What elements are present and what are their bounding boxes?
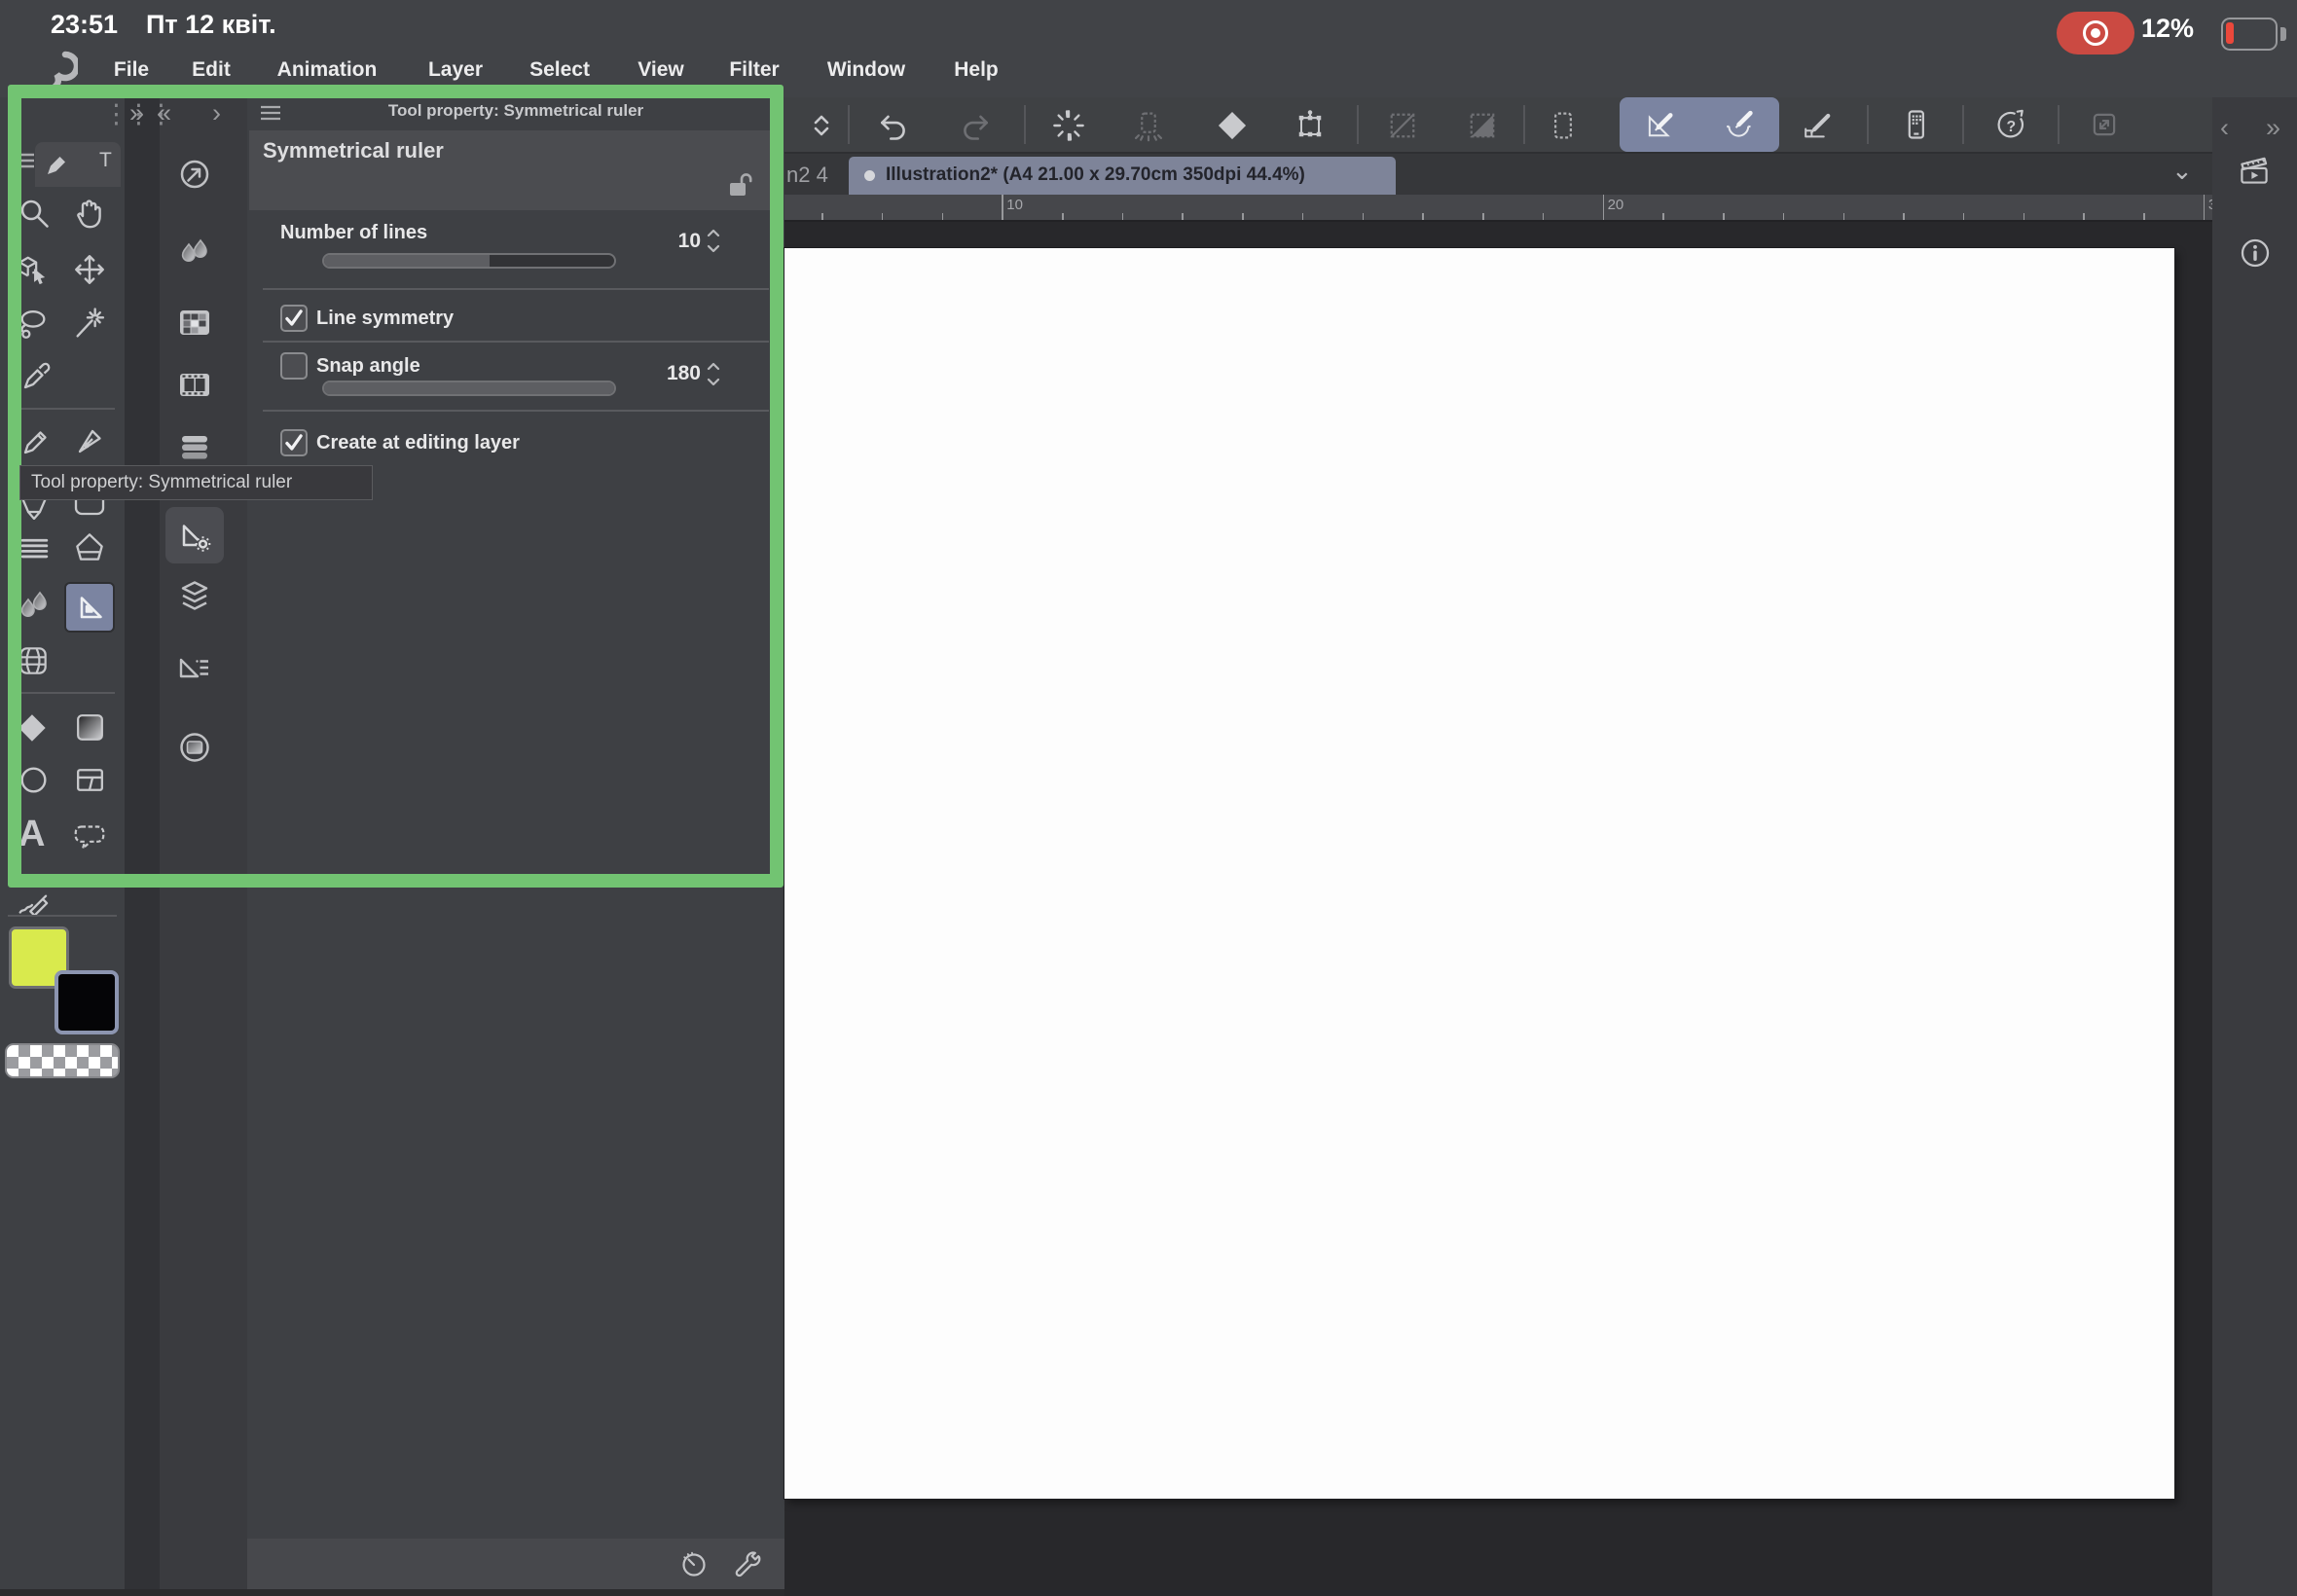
- svg-text:?: ?: [2007, 119, 2017, 135]
- wrench-settings-icon[interactable]: [732, 1548, 763, 1579]
- ruler-minor-tick: [2083, 213, 2085, 220]
- selection-launcher-icon[interactable]: [1546, 108, 1581, 143]
- tooltip-text: Tool property: Symmetrical ruler: [31, 472, 293, 492]
- commandbar-more-icon[interactable]: »: [2266, 115, 2280, 141]
- fill-icon[interactable]: [1215, 108, 1250, 143]
- ruler-minor-tick: [1542, 213, 1545, 220]
- undo-icon[interactable]: [875, 109, 910, 144]
- status-time: 23:51: [51, 10, 119, 39]
- menu-select[interactable]: Select: [529, 58, 590, 82]
- ruler-minor-tick: [1422, 213, 1424, 220]
- transparent-color-swatch[interactable]: [5, 1043, 120, 1078]
- menu-layer[interactable]: Layer: [428, 58, 483, 82]
- sub-color-swatch[interactable]: [55, 970, 119, 1034]
- ruler-label: 30: [2208, 197, 2212, 213]
- active-document-tab[interactable]: Illustration2* (A4 21.00 x 29.70cm 350dp…: [849, 157, 1396, 195]
- ruler-major-tick: [2203, 195, 2206, 220]
- screen-recording-pill[interactable]: [2057, 12, 2134, 54]
- ruler-minor-tick: [821, 213, 823, 220]
- ruler-major-tick: [1002, 195, 1003, 220]
- menu-window[interactable]: Window: [827, 58, 905, 82]
- ruler-minor-tick: [941, 213, 944, 220]
- unsaved-dot-icon: [864, 170, 875, 181]
- snap-to-grid-icon[interactable]: [1800, 107, 1835, 142]
- battery-percent: 12%: [2141, 14, 2195, 43]
- snap-to-special-ruler-button[interactable]: [1721, 107, 1756, 142]
- ruler-minor-tick: [881, 213, 884, 220]
- ruler-minor-tick: [1903, 213, 1905, 220]
- menu-help[interactable]: Help: [954, 58, 999, 82]
- transform-icon[interactable]: [1293, 108, 1328, 143]
- commandbar-prev-icon[interactable]: ‹: [2220, 115, 2229, 141]
- ruler-minor-tick: [1301, 213, 1304, 220]
- ruler-minor-tick: [1662, 213, 1664, 220]
- status-date: Пт 12 квіт.: [146, 10, 276, 39]
- menu-filter[interactable]: Filter: [729, 58, 779, 82]
- menu-animation[interactable]: Animation: [277, 58, 378, 82]
- battery-tip: [2280, 27, 2286, 41]
- menu-bar: File Edit Animation Layer Select View Fi…: [0, 58, 1168, 88]
- ruler-major-tick: [1602, 195, 1605, 220]
- command-bar: ?: [784, 97, 2212, 154]
- mask-selection-icon[interactable]: [1465, 108, 1500, 143]
- right-strip: ‹ »: [2212, 97, 2297, 1596]
- active-tab-label: Illustration2* (A4 21.00 x 29.70cm 350dp…: [886, 164, 1305, 185]
- ruler-label: 10: [1006, 197, 1023, 213]
- document-canvas[interactable]: [784, 248, 2174, 1499]
- ruler-label: 20: [1607, 197, 1624, 213]
- convert-selection-icon[interactable]: [1385, 108, 1420, 143]
- help-icon[interactable]: ?: [1993, 107, 2028, 142]
- clear-layer-icon[interactable]: [1051, 108, 1086, 143]
- redo-icon[interactable]: [959, 109, 994, 144]
- record-icon-dot: [2091, 28, 2100, 38]
- bottom-edge: [0, 1589, 784, 1596]
- ruler-minor-tick: [1242, 213, 1244, 220]
- tab-dropdown-icon[interactable]: ⌄: [2171, 156, 2193, 186]
- ruler-minor-tick: [1062, 213, 1064, 220]
- rail-divider: [8, 915, 117, 917]
- snap-buttons-group: [1620, 97, 1779, 152]
- panel-footer: [247, 1539, 784, 1589]
- info-icon[interactable]: [2236, 234, 2275, 272]
- ruler-minor-tick: [1121, 213, 1124, 220]
- ruler-minor-tick: [1182, 213, 1184, 220]
- snap-to-ruler-button[interactable]: [1642, 107, 1677, 142]
- ruler-minor-tick: [1962, 213, 1965, 220]
- ruler-minor-tick: [1782, 213, 1785, 220]
- menu-file[interactable]: File: [114, 58, 149, 82]
- ruler-minor-tick: [1482, 213, 1484, 220]
- commandbar-collapse-icon[interactable]: [806, 110, 837, 141]
- deselect-icon[interactable]: [1131, 108, 1166, 143]
- tooltip: Tool property: Symmetrical ruler: [19, 465, 373, 500]
- companion-device-icon[interactable]: [1898, 107, 1933, 142]
- menu-edit[interactable]: Edit: [192, 58, 231, 82]
- ruler-minor-tick: [1362, 213, 1365, 220]
- canvas-viewport[interactable]: [784, 222, 2212, 1596]
- document-tab-bar: n2 4 Illustration2* (A4 21.00 x 29.70cm …: [784, 154, 2212, 195]
- ruler-minor-tick: [1723, 213, 1725, 220]
- reset-settings-icon[interactable]: [678, 1548, 710, 1579]
- ruler-minor-tick: [1842, 213, 1845, 220]
- top-chrome: 23:51 Пт 12 квіт. 12% File Edit Animatio…: [0, 0, 2297, 97]
- battery-icon: [2221, 18, 2278, 51]
- ruler-minor-tick: [2143, 213, 2145, 220]
- partial-tab-label[interactable]: n2 4: [786, 163, 828, 188]
- fullscreen-icon[interactable]: [2087, 107, 2122, 142]
- ruler-minor-tick: [2023, 213, 2025, 220]
- canvas-ruler: 10 20 30: [784, 195, 2212, 222]
- menu-view[interactable]: View: [638, 58, 683, 82]
- timelapse-icon[interactable]: [2234, 151, 2275, 192]
